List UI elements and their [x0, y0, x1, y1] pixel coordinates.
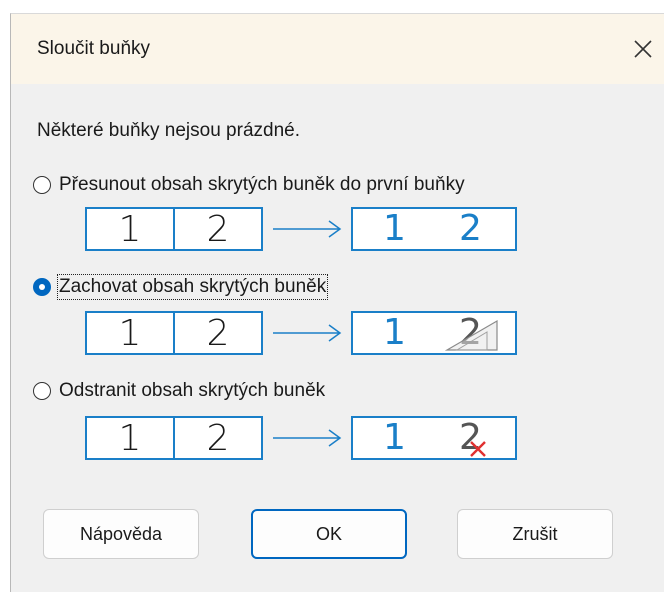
red-x-icon [470, 441, 486, 457]
merge-cells-dialog: Sloučit buňky Některé buňky nejsou prázd… [10, 13, 664, 592]
dialog-message: Některé buňky nejsou prázdné. [37, 120, 300, 141]
arrow-right-icon [273, 429, 342, 447]
merged-value-a: 1 [383, 417, 406, 458]
title-bar: Sloučit buňky [11, 14, 664, 84]
cancel-button[interactable]: Zrušit [457, 509, 613, 559]
triangle-icon [445, 319, 498, 351]
demo-cell-left: 1 [85, 207, 175, 251]
demo-merged-cell: 1 2 [351, 416, 517, 460]
demo-merged-cell: 1 2 [351, 311, 517, 355]
demo-merged-cell: 1 2 [351, 207, 517, 251]
demo-cell-left: 1 [85, 416, 175, 460]
demo-delete-contents: 1 2 1 2 [85, 416, 517, 460]
merged-value-a: 1 [383, 312, 406, 353]
radio-delete-contents[interactable] [33, 382, 51, 400]
demo-cell-right: 2 [173, 311, 263, 355]
help-button[interactable]: Nápověda [43, 509, 199, 559]
arrow-right-icon [273, 220, 342, 238]
close-button[interactable] [624, 30, 662, 68]
demo-cell-right: 2 [173, 416, 263, 460]
merged-value-b: 2 [459, 208, 482, 249]
option-keep-contents[interactable]: Zachovat obsah skrytých buněk [33, 274, 329, 300]
ok-button[interactable]: OK [251, 509, 407, 559]
close-icon [634, 40, 652, 58]
option-move-contents[interactable]: Přesunout obsah skrytých buněk do první … [33, 174, 465, 196]
demo-cell-left: 1 [85, 311, 175, 355]
option-label: Přesunout obsah skrytých buněk do první … [59, 174, 465, 195]
demo-cell-right: 2 [173, 207, 263, 251]
demo-move-contents: 1 2 1 2 [85, 207, 517, 251]
option-label: Odstranit obsah skrytých buněk [59, 380, 326, 401]
radio-move-contents[interactable] [33, 176, 51, 194]
option-label: Zachovat obsah skrytých buněk [56, 274, 329, 300]
arrow-right-icon [273, 324, 342, 342]
dialog-title: Sloučit buňky [37, 38, 151, 59]
demo-keep-contents: 1 2 1 2 [85, 311, 517, 355]
merged-value-a: 1 [383, 208, 406, 249]
radio-keep-contents[interactable] [33, 278, 51, 296]
option-delete-contents[interactable]: Odstranit obsah skrytých buněk [33, 380, 325, 402]
